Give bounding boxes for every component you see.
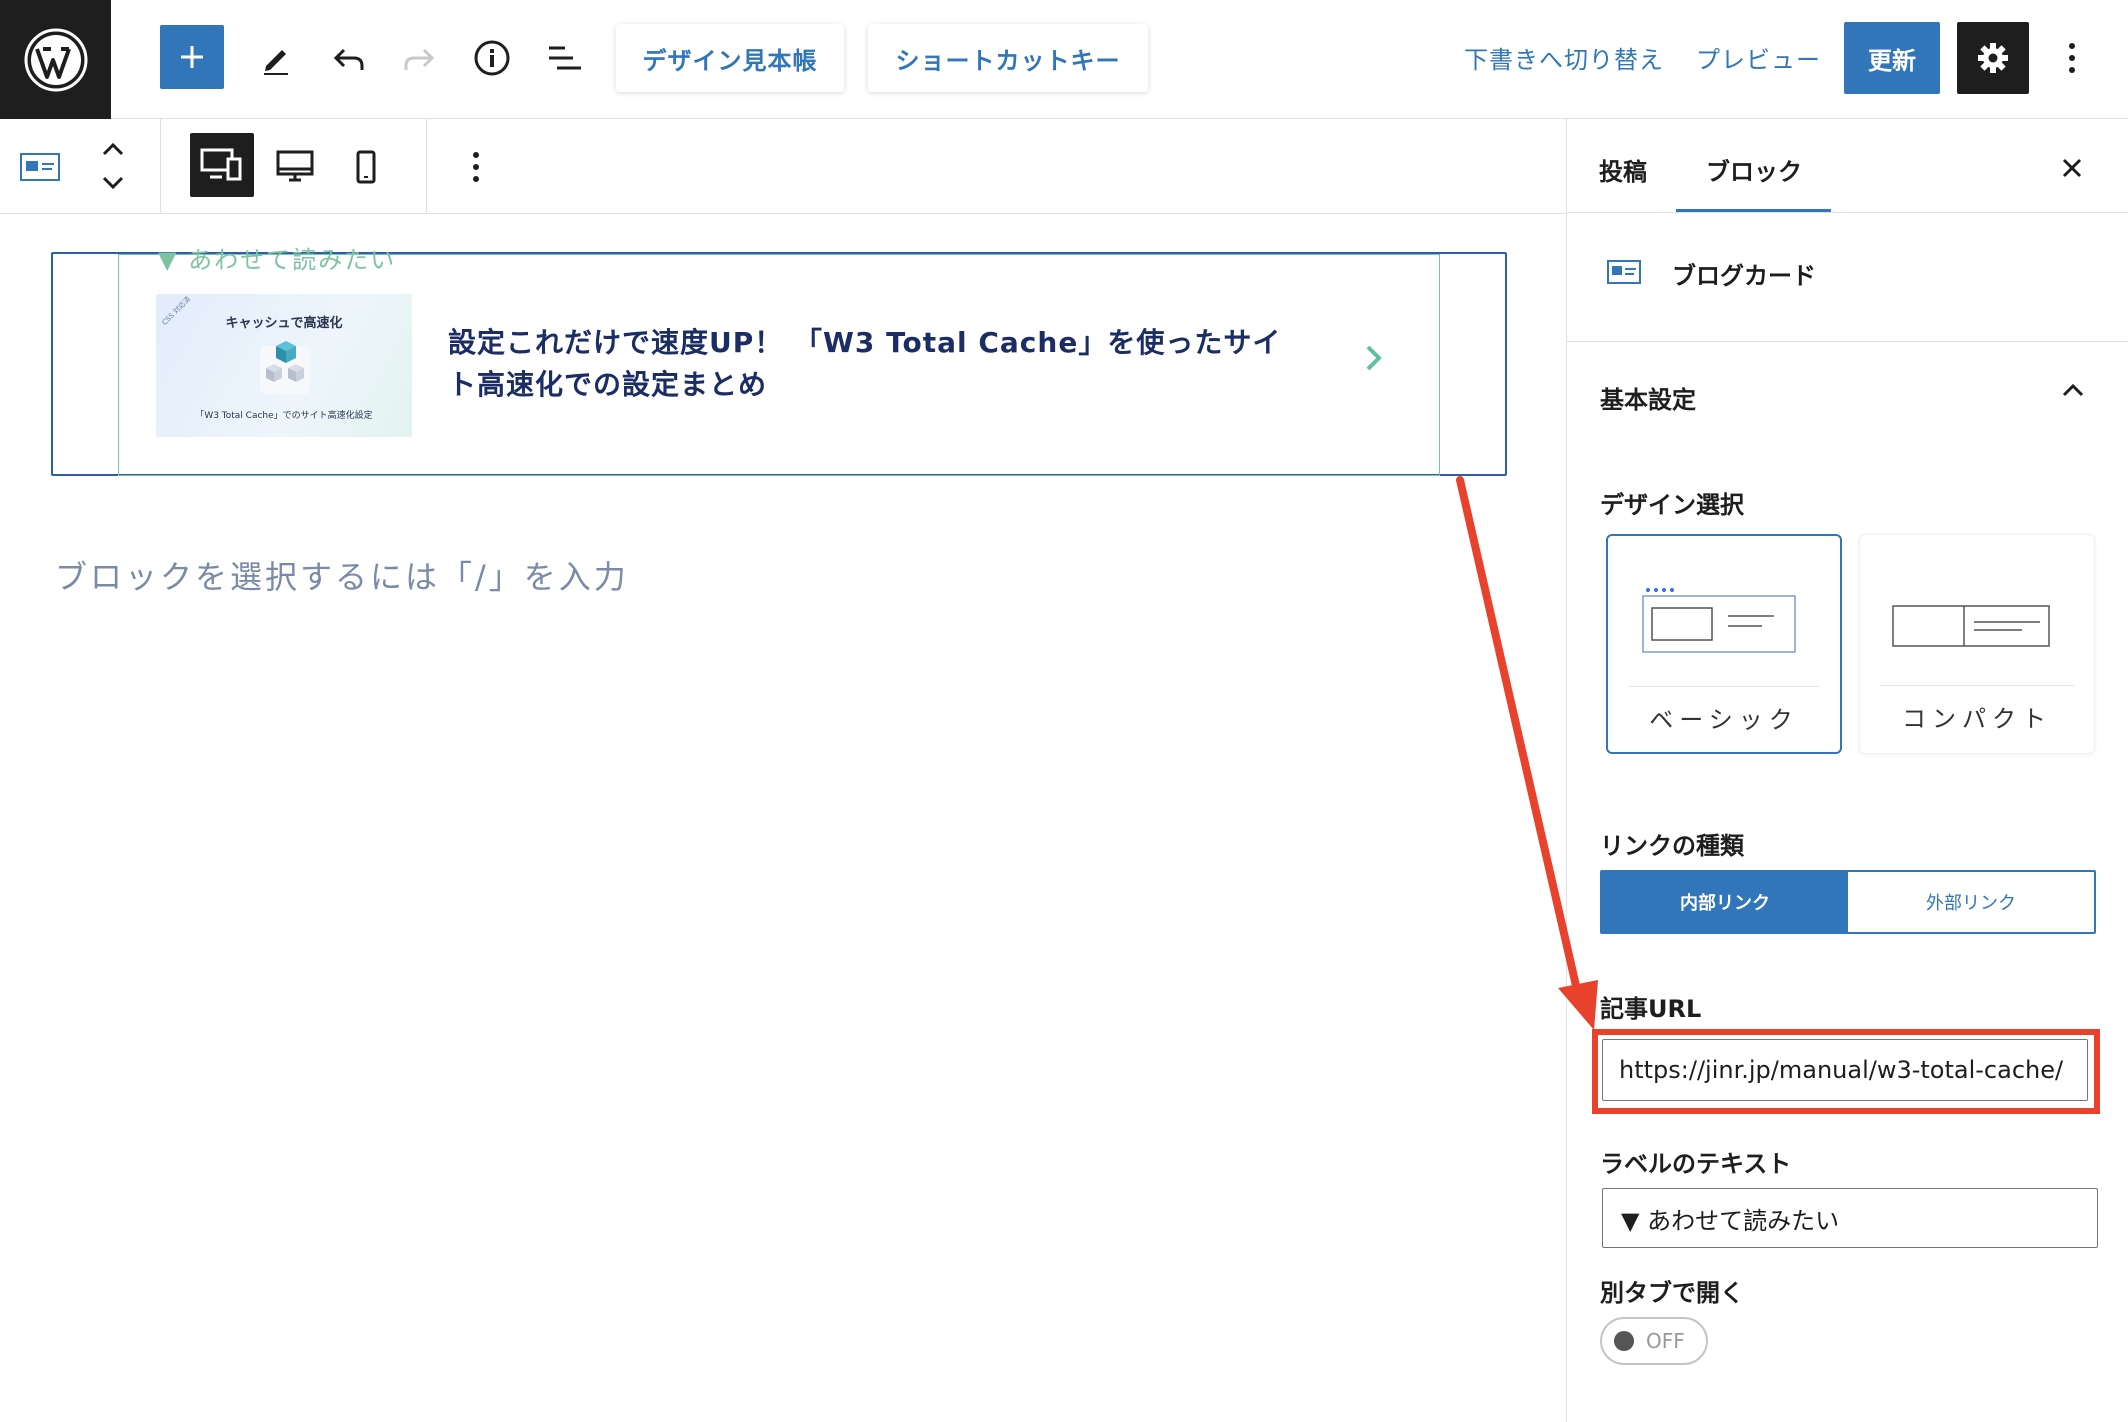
panel-title-basic-settings[interactable]: 基本設定 <box>1600 380 1696 415</box>
article-url-label: 記事URL <box>1600 995 1702 1023</box>
design-option-label: ベーシック <box>1649 706 1799 734</box>
mobile-device-icon[interactable] <box>346 145 386 189</box>
wordpress-logo-icon[interactable] <box>0 0 111 119</box>
label-text-label: ラベルのテキスト <box>1600 1150 1792 1178</box>
external-link-option[interactable]: 外部リンク <box>1848 872 2094 932</box>
update-button[interactable]: 更新 <box>1844 22 1940 94</box>
chevron-right-icon <box>1366 345 1382 371</box>
design-option-label: コンパクト <box>1902 705 2052 733</box>
thumbnail-title: キャッシュで高速化 <box>225 316 343 331</box>
info-icon[interactable] <box>468 34 516 82</box>
shortcut-keys-button[interactable]: ショートカットキー <box>868 24 1148 92</box>
move-up-chevron-icon[interactable] <box>96 135 130 163</box>
block-appender-placeholder[interactable]: ブロックを選択するには「/」を入力 <box>55 552 629 598</box>
blogcard-title[interactable]: 設定これだけで速度UP！ 「W3 Total Cache」を使ったサイト高速化で… <box>448 322 1308 406</box>
open-new-tab-toggle[interactable]: OFF <box>1600 1317 1708 1365</box>
divider <box>1567 341 2128 342</box>
edit-pencil-icon[interactable] <box>252 34 300 82</box>
pattern-library-button[interactable]: デザイン見本帳 <box>616 24 844 92</box>
basic-design-preview-icon <box>1642 588 1796 653</box>
more-options-icon[interactable] <box>2052 34 2092 82</box>
list-view-icon[interactable] <box>540 34 588 82</box>
move-down-chevron-icon[interactable] <box>96 169 130 197</box>
label-text-input[interactable] <box>1602 1188 2098 1248</box>
cache-cubes-icon <box>260 341 310 394</box>
block-toolbar <box>0 119 1566 214</box>
compact-design-preview-icon <box>1892 605 2050 647</box>
tab-block[interactable]: ブロック <box>1706 152 1802 187</box>
toggle-state-text: OFF <box>1646 1329 1685 1353</box>
block-options-icon[interactable] <box>456 145 496 189</box>
preview-link[interactable]: プレビュー <box>1696 40 1821 75</box>
blogcard-block-icon <box>1607 260 1641 284</box>
blogcard-label: ▼ あわせて読みたい <box>158 246 397 274</box>
responsive-all-devices-icon[interactable] <box>190 133 254 197</box>
add-block-button[interactable] <box>160 25 224 89</box>
open-new-tab-label: 別タブで開く <box>1600 1279 1744 1307</box>
redo-icon[interactable] <box>396 34 444 82</box>
thumbnail-caption: 「W3 Total Cache」でのサイト高速化設定 <box>195 411 373 421</box>
settings-gear-icon[interactable] <box>1957 22 2029 94</box>
annotation-highlight-box <box>1592 1029 2100 1114</box>
divider <box>1567 212 2128 213</box>
option-divider <box>1880 685 2074 686</box>
toolbar-divider <box>160 119 161 214</box>
link-type-label: リンクの種類 <box>1600 832 1744 860</box>
design-option-basic[interactable]: ベーシック <box>1606 534 1842 754</box>
chevron-up-icon[interactable] <box>2056 376 2090 404</box>
toolbar-divider <box>426 119 427 214</box>
blogcard-thumbnail: CSS 対応済 キャッシュで高速化 「W3 Total Cache」でのサイト高… <box>156 294 412 437</box>
toggle-knob <box>1614 1331 1634 1351</box>
link-type-toggle: 内部リンク 外部リンク <box>1600 870 2096 934</box>
tab-post[interactable]: 投稿 <box>1599 152 1647 187</box>
design-select-label: デザイン選択 <box>1600 491 1744 519</box>
desktop-device-icon[interactable] <box>268 145 322 189</box>
switch-to-draft-link[interactable]: 下書きへ切り替え <box>1464 40 1664 75</box>
block-name: ブログカード <box>1672 262 1816 290</box>
design-option-compact[interactable]: コンパクト <box>1859 534 2095 754</box>
internal-link-option[interactable]: 内部リンク <box>1602 872 1848 932</box>
blogcard-block-icon[interactable] <box>18 145 62 189</box>
editor-top-toolbar: デザイン見本帳 ショートカットキー 下書きへ切り替え プレビュー 更新 <box>0 0 2128 119</box>
close-icon[interactable] <box>2054 150 2090 186</box>
undo-icon[interactable] <box>324 34 372 82</box>
option-divider <box>1628 686 1820 687</box>
